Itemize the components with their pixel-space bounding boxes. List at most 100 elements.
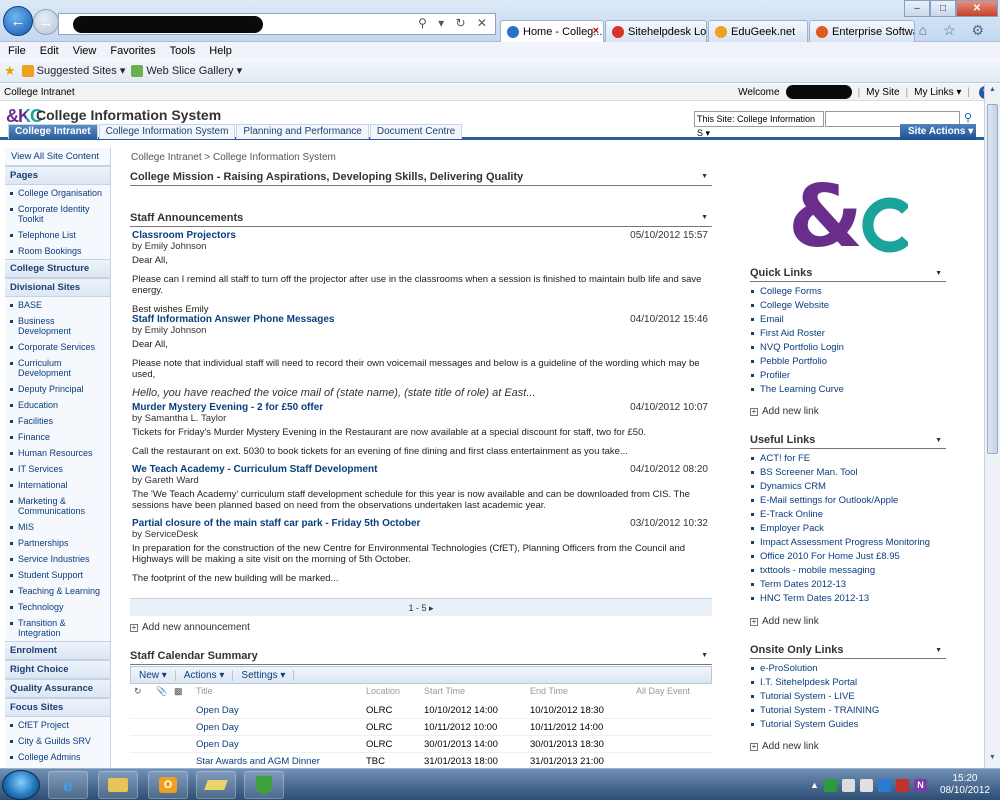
announcement-title[interactable]: Classroom Projectors	[132, 230, 712, 241]
link-dynamics-crm[interactable]: Dynamics CRM	[750, 480, 946, 494]
tab-home[interactable]: Home - Colleg... ×	[500, 20, 604, 42]
view-all-site-content-link[interactable]: View All Site Content	[5, 148, 110, 166]
ql-item-facilities[interactable]: Facilities	[5, 413, 110, 429]
event-title[interactable]: Open Day	[196, 739, 239, 750]
link-employer-pack[interactable]: Employer Pack	[750, 522, 946, 536]
my-site-link[interactable]: My Site	[866, 87, 899, 98]
col-location[interactable]: Location	[366, 686, 400, 696]
ql-item-room-bookings[interactable]: Room Bookings	[5, 243, 110, 259]
security-tray-icon[interactable]	[895, 778, 909, 792]
file-explorer-icon[interactable]	[98, 771, 138, 799]
menu-favorites[interactable]: Favorites	[110, 45, 155, 57]
tray-expand-icon[interactable]: ▲	[810, 780, 819, 790]
language-icon[interactable]	[877, 778, 891, 792]
address-bar-actions[interactable]: ⚲ ▾ ↻ ✕	[418, 16, 491, 30]
ql-item-partnerships[interactable]: Partnerships	[5, 535, 110, 551]
internet-explorer-icon[interactable]: e	[48, 771, 88, 799]
ql-item-base[interactable]: BASE	[5, 297, 110, 313]
scroll-up-icon[interactable]: ▲	[987, 86, 998, 98]
announcement-title[interactable]: Staff Information Answer Phone Messages	[132, 314, 712, 325]
volume-icon[interactable]	[859, 778, 873, 792]
start-button[interactable]	[2, 770, 40, 800]
notes-app-icon[interactable]	[196, 771, 236, 799]
close-tab-icon[interactable]: ×	[593, 25, 599, 37]
add-onsite-link[interactable]: + Add new link	[750, 741, 819, 752]
new-menu[interactable]: New ▾	[131, 669, 176, 681]
minimize-button[interactable]: –	[904, 0, 930, 17]
webpart-menu-icon[interactable]: ▼	[935, 437, 942, 444]
favorites-star-icon[interactable]: ★	[4, 63, 16, 79]
ql-item-international[interactable]: International	[5, 477, 110, 493]
link-i-t-sitehelpdesk-portal[interactable]: I.T. Sitehelpdesk Portal	[750, 676, 946, 690]
col-end-time[interactable]: End Time	[530, 686, 568, 696]
link-college-website[interactable]: College Website	[750, 299, 946, 313]
link-tutorial-system-live[interactable]: Tutorial System - LIVE	[750, 690, 946, 704]
webpart-menu-icon[interactable]: ▼	[935, 270, 942, 277]
link-office-2010-for-home-just-8-95[interactable]: Office 2010 For Home Just £8.95	[750, 550, 946, 564]
tab-edugeek[interactable]: EduGeek.net	[708, 20, 808, 42]
menu-view[interactable]: View	[73, 45, 97, 57]
ql-heading-enrolment[interactable]: Enrolment	[5, 641, 110, 660]
tab-sitehelpdesk[interactable]: Sitehelpdesk Logon	[605, 20, 707, 42]
ql-heading-college-structure[interactable]: College Structure	[5, 259, 110, 278]
link-e-track-online[interactable]: E-Track Online	[750, 508, 946, 522]
forward-button[interactable]: →	[33, 9, 59, 35]
link-txttools-mobile-messaging[interactable]: txttools - mobile messaging	[750, 564, 946, 578]
ql-item-student-support[interactable]: Student Support	[5, 567, 110, 583]
ql-item-corporate-identity-toolkit[interactable]: Corporate Identity Toolkit	[5, 201, 110, 227]
vertical-scrollbar[interactable]: ▲ ▼	[984, 84, 1000, 768]
ql-heading-divisional-sites[interactable]: Divisional Sites	[5, 278, 110, 297]
scroll-thumb[interactable]	[987, 104, 998, 454]
ql-heading-focus-sites[interactable]: Focus Sites	[5, 698, 110, 717]
announcement-author[interactable]: by Emily Johnson	[132, 325, 712, 336]
global-breadcrumb[interactable]: College Intranet	[4, 87, 75, 98]
web-slice-gallery-link[interactable]: Web Slice Gallery ▾	[131, 64, 242, 78]
address-bar[interactable]: ⚲ ▾ ↻ ✕	[58, 13, 496, 35]
ql-item-service-industries[interactable]: Service Industries	[5, 551, 110, 567]
menu-tools[interactable]: Tools	[170, 45, 196, 57]
link-profiler[interactable]: Profiler	[750, 369, 946, 383]
announcement-author[interactable]: by Emily Johnson	[132, 241, 712, 252]
ql-item-education[interactable]: Education	[5, 397, 110, 413]
ql-heading-quality-assurance[interactable]: Quality Assurance	[5, 679, 110, 698]
menu-file[interactable]: File	[8, 45, 26, 57]
webpart-menu-icon[interactable]: ▼	[935, 647, 942, 654]
tab-planning-and-performance[interactable]: Planning and Performance	[236, 124, 369, 139]
outlook-icon[interactable]: O	[148, 771, 188, 799]
site-actions-menu[interactable]: Site Actions ▾	[900, 124, 976, 140]
ql-item-human-resources[interactable]: Human Resources	[5, 445, 110, 461]
link-term-dates-2012-13[interactable]: Term Dates 2012-13	[750, 578, 946, 592]
suggested-sites-link[interactable]: Suggested Sites ▾	[21, 64, 125, 78]
event-title[interactable]: Open Day	[196, 705, 239, 716]
webpart-menu-icon[interactable]: ▼	[701, 652, 708, 659]
link-tutorial-system-training[interactable]: Tutorial System - TRAINING	[750, 704, 946, 718]
my-links-menu[interactable]: My Links ▾	[914, 87, 961, 98]
back-button[interactable]: ←	[3, 6, 33, 36]
ql-item-college-admins[interactable]: College Admins	[5, 749, 110, 765]
site-title[interactable]: College Information System	[36, 107, 221, 123]
link-college-forms[interactable]: College Forms	[750, 285, 946, 299]
scroll-down-icon[interactable]: ▼	[987, 754, 998, 766]
tab-document-centre[interactable]: Document Centre	[369, 124, 463, 139]
network-icon[interactable]	[841, 778, 855, 792]
menu-edit[interactable]: Edit	[40, 45, 59, 57]
list-pager[interactable]: 1 - 5 ▸	[130, 598, 712, 616]
ql-item-business-development[interactable]: Business Development	[5, 313, 110, 339]
webpart-menu-icon[interactable]: ▼	[701, 214, 708, 221]
event-title[interactable]: Star Awards and AGM Dinner	[196, 756, 320, 767]
ql-item-cfet-project[interactable]: CfET Project	[5, 717, 110, 733]
ql-item-finance[interactable]: Finance	[5, 429, 110, 445]
announcement-author[interactable]: by Samantha L. Taylor	[132, 413, 712, 424]
announcement-title[interactable]: We Teach Academy - Curriculum Staff Deve…	[132, 464, 712, 475]
link-hnc-term-dates-2012-13[interactable]: HNC Term Dates 2012-13	[750, 592, 946, 606]
link-impact-assessment-progress-monitoring[interactable]: Impact Assessment Progress Monitoring	[750, 536, 946, 550]
ql-item-corporate-services[interactable]: Corporate Services	[5, 339, 110, 355]
link-act-for-fe[interactable]: ACT! for FE	[750, 452, 946, 466]
announcement-title[interactable]: Murder Mystery Evening - 2 for £50 offer	[132, 402, 712, 413]
add-useful-link[interactable]: + Add new link	[750, 616, 819, 627]
welcome-menu[interactable]: Welcome	[738, 87, 780, 98]
col-title[interactable]: Title	[196, 686, 213, 696]
link-email[interactable]: Email	[750, 313, 946, 327]
ql-item-telephone-list[interactable]: Telephone List	[5, 227, 110, 243]
maximize-button[interactable]: □	[930, 0, 956, 17]
